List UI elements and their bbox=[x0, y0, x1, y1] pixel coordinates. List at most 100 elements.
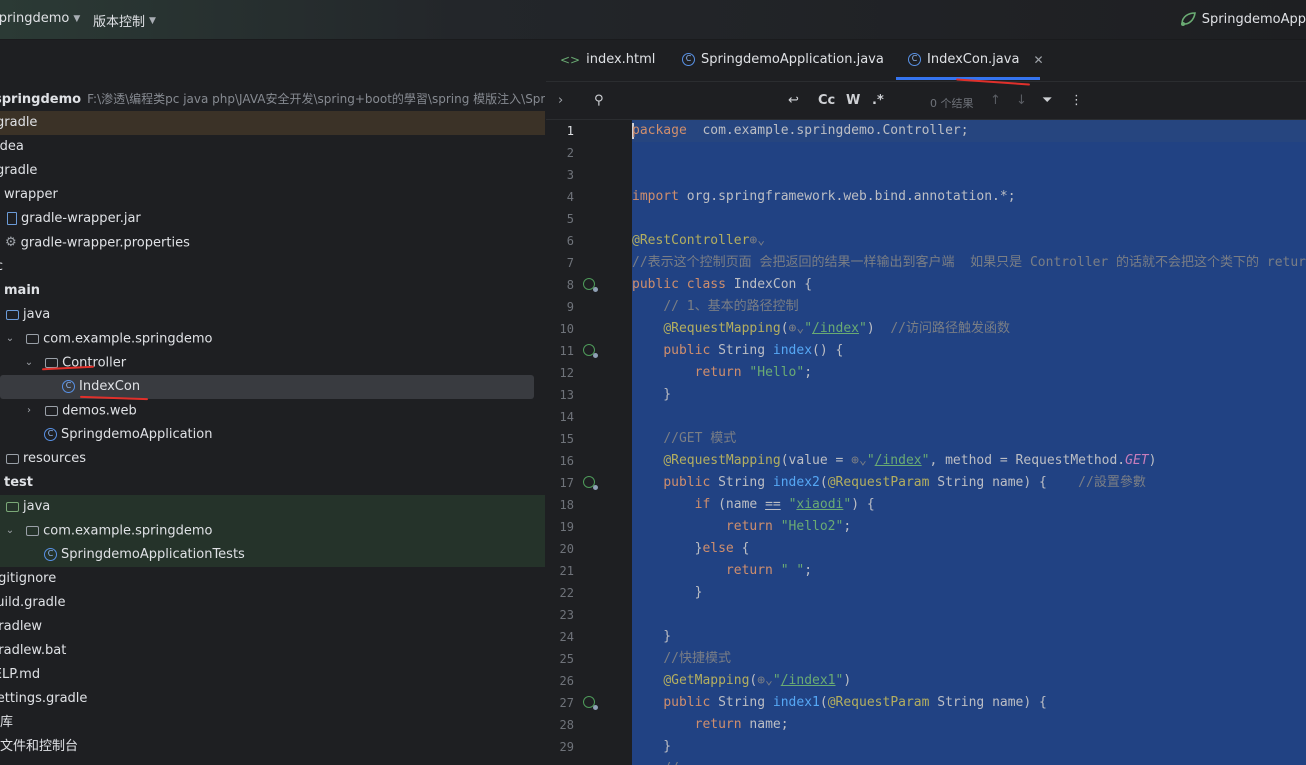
tree-item-controller[interactable]: ⌄ Controller bbox=[0, 351, 545, 375]
code-line: public String index1(@RequestParam Strin… bbox=[663, 695, 1047, 710]
tree-item-label: gradle-wrapper.jar bbox=[21, 211, 141, 226]
match-case-toggle[interactable]: Cc bbox=[818, 93, 835, 108]
tab-index-html[interactable]: <> index.html bbox=[560, 52, 655, 67]
tab-indexcon-java[interactable]: C IndexCon.java ✕ bbox=[908, 52, 1044, 67]
package-icon bbox=[26, 334, 40, 344]
tree-item-gradlew-bat[interactable]: gradlew.bat bbox=[0, 639, 545, 663]
tree-item-springdemo-application[interactable]: C SpringdemoApplication bbox=[0, 423, 545, 447]
request-mapping-gutter-icon[interactable] bbox=[583, 476, 598, 490]
code-line: import org.springframework.web.bind.anno… bbox=[632, 189, 1016, 204]
search-icon[interactable]: ⚲ bbox=[594, 93, 604, 108]
filter-icon[interactable]: ⏷ bbox=[1042, 93, 1052, 108]
tree-item-label: wrapper bbox=[4, 187, 58, 202]
tree-item-label: 临时文件和控制台 bbox=[0, 739, 79, 754]
tree-item-label: IndexCon bbox=[79, 379, 141, 394]
tree-item-label: idea bbox=[0, 139, 24, 154]
tree-item-settings-gradle[interactable]: settings.gradle bbox=[0, 687, 545, 711]
tree-item-help-md[interactable]: HELP.md bbox=[0, 663, 545, 687]
request-mapping-gutter-icon[interactable] bbox=[583, 344, 598, 358]
tab-springdemo-application[interactable]: C SpringdemoApplication.java bbox=[682, 52, 884, 67]
chevron-right-icon[interactable]: › bbox=[558, 93, 563, 108]
chevron-down-icon[interactable]: ⌄ bbox=[22, 351, 36, 375]
tree-item-label: java bbox=[23, 499, 51, 514]
tree-item-resources[interactable]: resources bbox=[0, 447, 545, 471]
words-toggle[interactable]: W bbox=[846, 93, 860, 108]
tree-item-label: gradle-wrapper.properties bbox=[20, 235, 190, 251]
tree-item-label: build.gradle bbox=[0, 595, 66, 610]
tree-item-label: gradlew bbox=[0, 619, 43, 634]
line-number: 27 bbox=[559, 696, 574, 710]
tree-item-label: resources bbox=[23, 451, 87, 466]
chevron-down-icon[interactable]: ⌄ bbox=[3, 519, 17, 543]
tree-item-label: com.example.springdemo bbox=[43, 523, 213, 539]
tree-item-external-libraries[interactable]: 外部库 bbox=[0, 711, 545, 735]
tree-item-label: SpringdemoApplication bbox=[61, 427, 213, 442]
package-icon bbox=[45, 406, 59, 416]
jar-file-icon bbox=[7, 212, 17, 225]
vcs-menu-label: 版本控制 bbox=[93, 15, 146, 30]
line-number: 18 bbox=[559, 498, 574, 512]
line-number: 21 bbox=[559, 564, 574, 578]
chevron-down-icon: ▼ bbox=[73, 13, 81, 24]
line-number: 15 bbox=[559, 432, 574, 446]
run-configuration[interactable]: SpringdemoApp bbox=[1179, 11, 1306, 27]
tree-item-label: gradle bbox=[0, 115, 38, 130]
tree-item-gradle-wrapper-jar[interactable]: gradle-wrapper.jar bbox=[0, 207, 545, 231]
tree-item-label: src bbox=[0, 259, 3, 274]
chevron-down-icon[interactable]: ⌄ bbox=[3, 327, 17, 351]
line-number: 25 bbox=[559, 652, 574, 666]
line-number: 16 bbox=[559, 454, 574, 468]
request-mapping-gutter-icon[interactable] bbox=[583, 696, 598, 710]
tree-item-scratches[interactable]: 临时文件和控制台 bbox=[0, 735, 545, 759]
resources-folder-icon bbox=[6, 453, 19, 464]
tree-item-demos-web[interactable]: › demos.web bbox=[0, 399, 545, 423]
code-line: return "Hello2"; bbox=[725, 519, 852, 534]
tab-label: IndexCon.java bbox=[927, 52, 1020, 67]
regex-toggle[interactable]: .* bbox=[872, 93, 884, 108]
tree-item-test-java[interactable]: java bbox=[0, 495, 545, 519]
tree-item-wrapper[interactable]: wrapper bbox=[0, 183, 545, 207]
tree-item-build-gradle[interactable]: build.gradle bbox=[0, 591, 545, 615]
previous-occurrence-icon[interactable]: ↑ bbox=[990, 93, 1001, 108]
tree-item-springdemo-application-tests[interactable]: C SpringdemoApplicationTests bbox=[0, 543, 545, 567]
code-line: if (name == "xiaodi") { bbox=[694, 497, 875, 512]
code-line: public String index() { bbox=[663, 343, 844, 358]
test-folder-icon bbox=[6, 501, 19, 512]
line-number: 2 bbox=[566, 146, 574, 160]
tree-item-src[interactable]: src bbox=[0, 255, 545, 279]
line-number: 11 bbox=[559, 344, 574, 358]
tree-item-main-java[interactable]: java bbox=[0, 303, 545, 327]
line-number: 23 bbox=[559, 608, 574, 622]
code-line: @RestController⊕⌄ bbox=[632, 233, 766, 248]
next-occurrence-icon[interactable]: ↓ bbox=[1016, 93, 1027, 108]
code-editor[interactable]: package com.example.springdemo.Controlle… bbox=[632, 120, 1306, 765]
vcs-menu[interactable]: 版本控制 ▼ bbox=[93, 11, 156, 30]
code-line: @RequestMapping(value = ⊕⌄"/index", meth… bbox=[663, 453, 1157, 468]
code-line: public class IndexCon { bbox=[632, 277, 813, 292]
tree-item-gitignore[interactable]: .gitignore bbox=[0, 567, 545, 591]
more-options-icon[interactable]: ⋮ bbox=[1070, 93, 1083, 108]
source-folder-icon bbox=[6, 309, 19, 320]
code-line: //快捷模式 bbox=[663, 651, 731, 666]
code-line: }else { bbox=[632, 541, 750, 556]
replace-icon[interactable]: ↩ bbox=[788, 93, 799, 108]
class-icon: C bbox=[908, 53, 921, 66]
tree-item-test-package[interactable]: ⌄ com.example.springdemo bbox=[0, 519, 545, 543]
tree-item-gradle-wrapper-properties[interactable]: ⚙ gradle-wrapper.properties bbox=[0, 231, 545, 255]
tree-item-gradlew[interactable]: gradlew bbox=[0, 615, 545, 639]
tree-item-gradle-dir[interactable]: gradle bbox=[0, 111, 545, 135]
tree-item-gradle[interactable]: gradle bbox=[0, 159, 545, 183]
spring-bean-gutter-icon[interactable] bbox=[583, 278, 598, 292]
chevron-right-icon[interactable]: › bbox=[22, 399, 36, 423]
tree-item-idea[interactable]: idea bbox=[0, 135, 545, 159]
tab-label: SpringdemoApplication.java bbox=[701, 52, 884, 67]
project-menu[interactable]: springdemo ▼ bbox=[0, 11, 80, 26]
tree-item-main[interactable]: main bbox=[0, 279, 545, 303]
tree-root[interactable]: springdemo F:\渗透\编程类pc java php\JAVA安全开发\… bbox=[0, 87, 545, 111]
editor-tab-bar: <> index.html C SpringdemoApplication.ja… bbox=[546, 40, 1306, 86]
tree-item-package[interactable]: ⌄ com.example.springdemo bbox=[0, 327, 545, 351]
project-menu-label: springdemo bbox=[0, 11, 70, 26]
close-icon[interactable]: ✕ bbox=[1033, 53, 1043, 67]
tree-item-label: HELP.md bbox=[0, 667, 41, 682]
tree-item-test[interactable]: test bbox=[0, 471, 545, 495]
